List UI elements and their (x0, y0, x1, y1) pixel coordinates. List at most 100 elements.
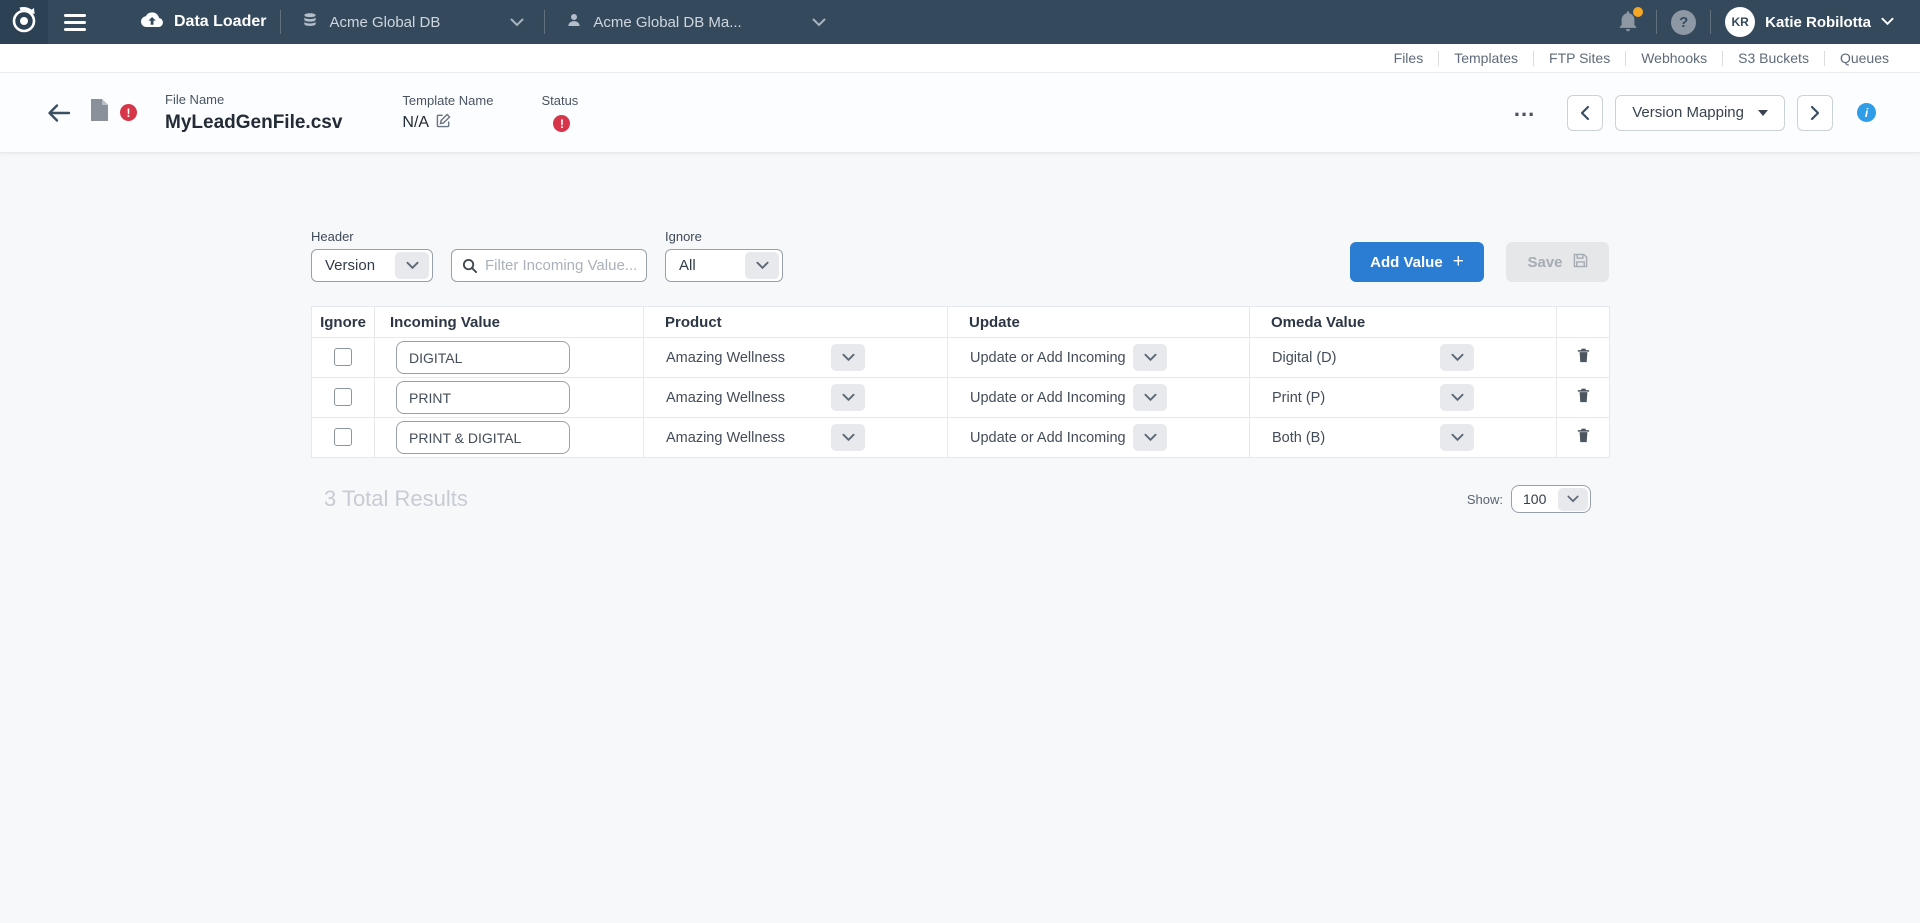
table-footer: 3 Total Results Show: 100 (311, 485, 1609, 513)
add-value-label: Add Value (1370, 254, 1443, 271)
plus-icon: + (1453, 251, 1464, 273)
main-content: Header Version Ignore All (311, 153, 1609, 513)
top-navbar: Data Loader Acme Global DB Acme Global D… (0, 0, 1920, 44)
database-selector[interactable]: Acme Global DB (295, 11, 530, 33)
omeda-value-select[interactable]: Print (P) (1272, 384, 1474, 411)
notifications-button[interactable] (1616, 9, 1642, 35)
save-icon (1573, 253, 1588, 272)
ignore-filter-value: All (679, 257, 696, 274)
subnav-link-queues[interactable]: Queues (1824, 51, 1904, 66)
template-name-label: Template Name (402, 93, 493, 108)
chevron-down-icon (1881, 13, 1894, 31)
chevron-down-icon (395, 252, 429, 279)
product-select[interactable]: Amazing Wellness (666, 384, 865, 411)
header-filter-value: Version (325, 257, 375, 274)
caret-down-icon (1758, 110, 1768, 116)
omeda-value-select[interactable]: Both (B) (1272, 424, 1474, 451)
total-results: 3 Total Results (324, 486, 468, 512)
column-header-omeda-value: Omeda Value (1250, 307, 1557, 338)
menu-toggle-button[interactable] (64, 0, 100, 44)
user-avatar: KR (1725, 7, 1755, 37)
product-select[interactable]: Amazing Wellness (666, 344, 865, 371)
incoming-value-input[interactable] (396, 341, 570, 374)
subnav-link-files[interactable]: Files (1379, 51, 1439, 66)
more-menu-button[interactable]: ... (1514, 104, 1535, 114)
help-icon[interactable]: ? (1671, 10, 1696, 35)
incoming-value-input[interactable] (396, 381, 570, 414)
user-name: Katie Robilotta (1765, 14, 1871, 31)
step-selector-dropdown[interactable]: Version Mapping (1615, 95, 1785, 131)
cloud-upload-icon (138, 7, 164, 38)
search-input[interactable] (485, 257, 636, 274)
delete-row-button[interactable] (1575, 426, 1592, 444)
table-header-row: Ignore Incoming Value Product Update Ome… (312, 307, 1610, 338)
delete-row-button[interactable] (1575, 386, 1592, 404)
trash-icon (1575, 386, 1592, 404)
ignore-checkbox[interactable] (334, 428, 352, 446)
save-button[interactable]: Save (1506, 242, 1609, 282)
show-label: Show: (1467, 492, 1503, 507)
chevron-down-icon (831, 384, 865, 411)
back-arrow-button[interactable] (46, 100, 72, 126)
omeda-value-select[interactable]: Digital (D) (1272, 344, 1474, 371)
template-name-value: N/A (402, 114, 429, 132)
column-header-product: Product (644, 307, 948, 338)
navbar-divider (544, 10, 545, 34)
chevron-down-icon (812, 14, 826, 31)
filter-bar: Header Version Ignore All (311, 153, 1609, 282)
subnav-link-webhooks[interactable]: Webhooks (1625, 51, 1722, 66)
column-header-actions (1557, 307, 1610, 338)
previous-step-button[interactable] (1567, 95, 1603, 131)
edit-icon[interactable] (436, 113, 451, 133)
navbar-divider (280, 10, 281, 34)
delete-row-button[interactable] (1575, 346, 1592, 364)
user-menu[interactable]: KR Katie Robilotta (1725, 7, 1894, 37)
search-icon (462, 258, 477, 273)
page-size-select[interactable]: 100 (1511, 485, 1591, 513)
trash-icon (1575, 426, 1592, 444)
chevron-down-icon (1133, 344, 1167, 371)
trash-icon (1575, 346, 1592, 364)
chevron-down-icon (1558, 488, 1588, 511)
incoming-value-input[interactable] (396, 421, 570, 454)
version-mapping-table: Ignore Incoming Value Product Update Ome… (311, 306, 1610, 458)
ignore-filter-select[interactable]: All (665, 249, 783, 282)
status-error-icon: ! (553, 115, 570, 132)
update-value: Update or Add Incoming (970, 350, 1126, 366)
profile-selector[interactable]: Acme Global DB Ma... (559, 11, 831, 33)
save-label: Save (1527, 254, 1562, 271)
product-select[interactable]: Amazing Wellness (666, 424, 865, 451)
table-row: Amazing Wellness Update or Add Incoming … (312, 378, 1610, 418)
update-select[interactable]: Update or Add Incoming (970, 344, 1167, 371)
document-icon[interactable] (90, 99, 108, 126)
person-icon (565, 11, 583, 33)
notification-badge (1633, 7, 1643, 17)
profile-selector-value: Acme Global DB Ma... (593, 14, 741, 31)
column-header-ignore: Ignore (312, 307, 375, 338)
chevron-down-icon (1440, 344, 1474, 371)
subnav-link-templates[interactable]: Templates (1438, 51, 1533, 66)
subnav-link-s3-buckets[interactable]: S3 Buckets (1722, 51, 1824, 66)
secondary-nav: Files Templates FTP Sites Webhooks S3 Bu… (0, 44, 1920, 73)
subnav-link-ftp-sites[interactable]: FTP Sites (1533, 51, 1625, 66)
chevron-down-icon (745, 252, 779, 279)
database-icon (301, 11, 319, 33)
step-selector-value: Version Mapping (1632, 104, 1744, 121)
next-step-button[interactable] (1797, 95, 1833, 131)
column-header-update: Update (948, 307, 1250, 338)
ignore-checkbox[interactable] (334, 348, 352, 366)
ignore-checkbox[interactable] (334, 388, 352, 406)
info-icon[interactable]: i (1857, 103, 1876, 122)
file-name-label: File Name (165, 92, 342, 107)
file-name-value: MyLeadGenFile.csv (165, 112, 342, 134)
update-select[interactable]: Update or Add Incoming (970, 424, 1167, 451)
omeda-logo[interactable] (0, 0, 48, 44)
app-title: Data Loader (174, 13, 266, 31)
update-value: Update or Add Incoming (970, 390, 1126, 406)
add-value-button[interactable]: Add Value + (1350, 242, 1484, 282)
chevron-down-icon (831, 344, 865, 371)
chevron-down-icon (831, 424, 865, 451)
database-selector-value: Acme Global DB (329, 14, 440, 31)
update-select[interactable]: Update or Add Incoming (970, 384, 1167, 411)
header-filter-select[interactable]: Version (311, 249, 433, 282)
